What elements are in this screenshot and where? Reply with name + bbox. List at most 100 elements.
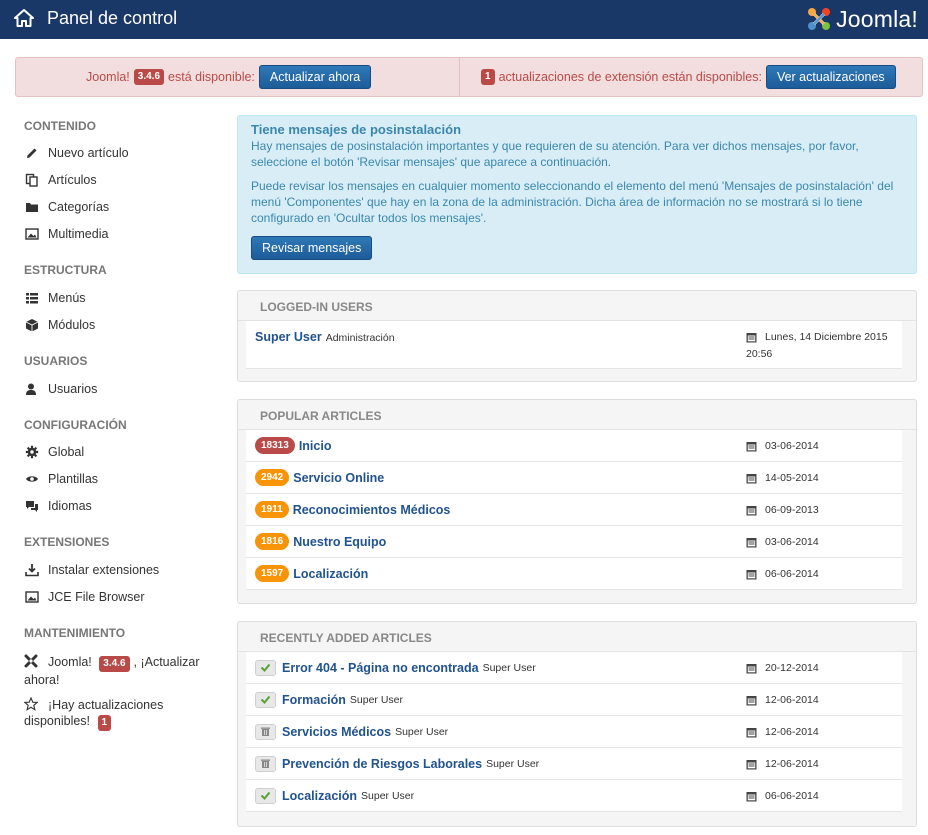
panel-title: POPULAR ARTICLES [238, 400, 916, 430]
sidebar-item-jce-file-browser[interactable]: JCE File Browser [24, 590, 145, 604]
update-now-button[interactable]: Actualizar ahora [258, 65, 372, 89]
table-row: 1816 Nuestro Equipo 03-06-2014 [246, 526, 902, 558]
table-row: Formación Super User 12-06-2014 [246, 684, 902, 716]
top-header: Panel de control Joomla! [0, 0, 928, 39]
maint-joomla-label: Joomla! [48, 655, 92, 669]
joomla-logo-icon [808, 8, 831, 30]
update-alert: Joomla! 3.4.6 está disponible: Actualiza… [15, 57, 923, 97]
table-row: 1597 Localización 06-06-2014 [246, 558, 902, 590]
user-area: Administración [325, 332, 395, 344]
sidebar-item-extension-updates[interactable]: ¡Hay actualizaciones disponibles! 1 [23, 696, 204, 731]
sidebar-item-label: JCE File Browser [48, 590, 145, 604]
article-date: 06-06-2014 [746, 780, 819, 812]
login-date-line1: Lunes, 14 Diciembre 2015 [765, 331, 888, 343]
hits-badge: 1597 [255, 565, 290, 582]
sidebar-item-menus[interactable]: Menús [24, 291, 86, 305]
check-icon[interactable] [255, 691, 276, 708]
article-date: 06-06-2014 [746, 558, 819, 590]
brand-wordmark: Joomla! [836, 5, 918, 32]
sidebar-item-install-extensions[interactable]: Instalar extensiones [24, 563, 159, 577]
article-link[interactable]: Localización [282, 789, 357, 803]
sidebar-item-articles[interactable]: Artículos [24, 173, 97, 187]
extension-update-notice: 1 actualizaciones de extensión están dis… [471, 58, 896, 96]
calendar-icon [746, 473, 757, 483]
version-badge: 3.4.6 [99, 656, 130, 672]
postinstall-text-2: Puede revisar los mensajes en cualquier … [251, 179, 894, 225]
copy-icon [24, 173, 40, 187]
article-author: Super User [395, 725, 449, 738]
article-author: Super User [486, 757, 540, 770]
table-row: 1911 Reconocimientos Médicos 06-09-2013 [246, 494, 902, 526]
article-link[interactable]: Error 404 - Página no encontrada [282, 661, 479, 675]
download-icon [24, 563, 40, 577]
sidebar-item-label: Categorías [48, 200, 110, 214]
view-updates-button[interactable]: Ver actualizaciones [765, 65, 896, 89]
section-configuracion: CONFIGURACIÓN [24, 418, 127, 432]
section-mantenimiento: MANTENIMIENTO [24, 626, 126, 640]
check-icon[interactable] [255, 659, 276, 676]
sidebar-item-label: Artículos [48, 173, 97, 187]
sidebar-item-templates[interactable]: Plantillas [24, 472, 98, 486]
date-text: 12-06-2014 [765, 758, 819, 770]
sidebar-item-new-article[interactable]: Nuevo artículo [24, 146, 129, 160]
cube-icon [24, 318, 40, 332]
calendar-icon [746, 332, 757, 342]
check-icon[interactable] [255, 787, 276, 804]
date-text: 12-06-2014 [765, 726, 819, 738]
hits-badge: 1911 [255, 501, 289, 518]
available-text: está disponible: [168, 70, 255, 84]
joomla-icon [24, 654, 40, 670]
sidebar-item-languages[interactable]: Idiomas [24, 499, 92, 513]
article-link[interactable]: Prevención de Riesgos Laborales [282, 757, 482, 771]
date-text: 12-06-2014 [765, 694, 819, 706]
article-date: 03-06-2014 [746, 430, 819, 462]
panel-rows: Super User Administración Lunes, 14 Dici… [246, 321, 902, 369]
calendar-icon [746, 505, 757, 515]
trash-icon[interactable] [255, 723, 276, 740]
calendar-icon [746, 759, 757, 769]
date-text: 06-09-2013 [765, 504, 819, 516]
logged-in-users-panel: LOGGED-IN USERS Super User Administració… [237, 290, 917, 382]
article-link[interactable]: Servicio Online [293, 471, 384, 485]
postinstall-text-1: Hay mensajes de posinstalación important… [251, 139, 859, 169]
image-icon [24, 590, 40, 604]
sidebar-item-users[interactable]: Usuarios [24, 382, 97, 396]
table-row: Servicios Médicos Super User 12-06-2014 [246, 716, 902, 748]
article-link[interactable]: Formación [282, 693, 346, 707]
joomla-update-notice: Joomla! 3.4.6 está disponible: Actualiza… [86, 58, 372, 96]
review-messages-button[interactable]: Revisar mensajes [251, 236, 373, 260]
article-date: 12-06-2014 [746, 748, 819, 780]
recent-articles-panel: RECENTLY ADDED ARTICLES Error 404 - Pági… [237, 621, 917, 827]
version-badge: 3.4.6 [133, 69, 165, 85]
sidebar-item-global[interactable]: Global [24, 445, 84, 459]
article-link[interactable]: Nuestro Equipo [293, 535, 386, 549]
hits-badge: 1816 [255, 533, 290, 550]
article-link[interactable]: Reconocimientos Médicos [293, 503, 451, 517]
trash-icon[interactable] [255, 755, 276, 772]
article-date: 12-06-2014 [746, 684, 819, 716]
calendar-icon [746, 791, 757, 801]
article-date: 03-06-2014 [746, 526, 819, 558]
user-link[interactable]: Super User [255, 330, 322, 344]
divider [459, 58, 460, 96]
ext-available-text: actualizaciones de extensión están dispo… [498, 70, 762, 84]
login-date-line2: 20:56 [746, 348, 773, 360]
ext-count-badge: 1 [481, 69, 495, 85]
table-row: 18313 Inicio 03-06-2014 [246, 430, 902, 462]
article-date: 20-12-2014 [746, 652, 819, 684]
article-link[interactable]: Inicio [299, 439, 332, 453]
article-link[interactable]: Localización [293, 567, 368, 581]
sidebar-item-categories[interactable]: Categorías [24, 200, 109, 214]
list-icon [24, 291, 40, 305]
date-text: 06-06-2014 [765, 790, 819, 802]
sidebar-item-joomla-update[interactable]: Joomla! 3.4.6, ¡Actualizar ahora! [24, 654, 209, 688]
date-text: 20-12-2014 [765, 662, 819, 674]
section-contenido: CONTENIDO [24, 119, 96, 133]
sidebar-item-label: Global [48, 445, 85, 459]
sidebar-item-media[interactable]: Multimedia [24, 227, 108, 241]
table-row: Error 404 - Página no encontrada Super Us… [246, 652, 902, 684]
joomla-logo[interactable]: Joomla! [805, 4, 918, 34]
sidebar-item-modules[interactable]: Módulos [24, 318, 95, 332]
article-link[interactable]: Servicios Médicos [282, 725, 391, 739]
home-icon[interactable] [14, 9, 34, 27]
